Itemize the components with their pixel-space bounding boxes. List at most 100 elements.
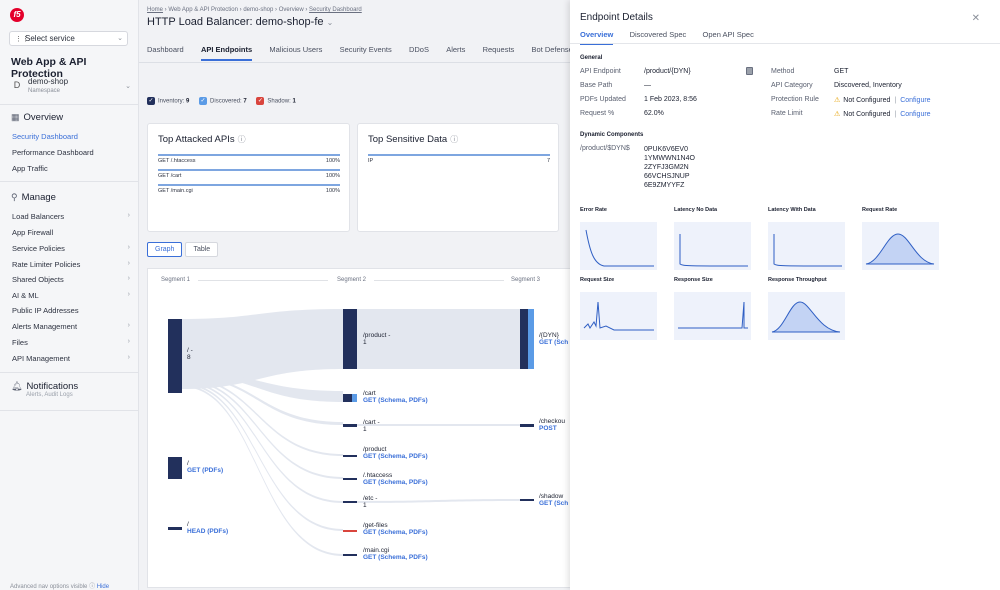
response-throughput-sparkline[interactable] xyxy=(768,292,845,340)
node-checkout[interactable] xyxy=(520,424,534,427)
sidebar-item-service-policies[interactable]: Service Policies › xyxy=(12,244,130,253)
api-name: GET /cart xyxy=(158,173,182,179)
sensitive-type: IP xyxy=(368,158,374,164)
breadcrumb-item[interactable]: Home xyxy=(147,7,163,13)
attacked-api-row[interactable]: GET /.htaccess 100% xyxy=(158,154,340,164)
select-service-dropdown[interactable]: ⋮⋮Select service ⌄ xyxy=(9,31,128,46)
node-dyn[interactable] xyxy=(520,309,528,369)
api-bar xyxy=(158,169,340,171)
dynamic-value: 6E9ZMYYFZ xyxy=(644,182,685,189)
copy-icon[interactable] xyxy=(746,67,753,75)
sidebar-item-alerts-management[interactable]: Alerts Management › xyxy=(12,322,130,331)
node-name: /.htaccess xyxy=(363,472,393,479)
divider xyxy=(0,372,138,373)
close-icon[interactable]: ✕ xyxy=(972,13,980,24)
tab-bot-defense[interactable]: Bot Defense xyxy=(532,45,570,59)
legend-shadow[interactable]: ✓ Shadow: 1 xyxy=(256,97,296,105)
tab-security-events[interactable]: Security Events xyxy=(340,45,392,59)
namespace-selector[interactable]: D demo-shop Namespace ⌄ xyxy=(9,76,131,100)
tab-dashboard[interactable]: Dashboard xyxy=(147,45,184,59)
node-root[interactable] xyxy=(168,319,182,393)
node-product[interactable] xyxy=(343,455,357,457)
chevron-right-icon: › xyxy=(127,338,130,345)
sidebar-item-app-traffic[interactable]: App Traffic xyxy=(12,164,130,173)
sidebar-item-performance-dashboard[interactable]: Performance Dashboard xyxy=(12,148,130,157)
breadcrumb-item[interactable]: Overview xyxy=(279,7,304,13)
hide-link[interactable]: Hide xyxy=(97,584,109,590)
sidebar-item-load-balancers[interactable]: Load Balancers › xyxy=(12,212,130,221)
sidebar-item-public-ip-addresses[interactable]: Public IP Addresses xyxy=(12,306,130,315)
node-product-dash[interactable] xyxy=(343,309,357,369)
chevron-right-icon: › xyxy=(127,260,130,267)
graph-toggle-button[interactable]: Graph xyxy=(147,242,183,257)
node-count: 1 xyxy=(363,426,367,433)
response-size-sparkline[interactable] xyxy=(674,292,751,340)
latency-no-data-sparkline[interactable] xyxy=(674,222,751,270)
node-htaccess[interactable] xyxy=(343,478,357,480)
node-main-cgi[interactable] xyxy=(343,554,357,556)
response-throughput-label: Response Throughput xyxy=(768,277,827,283)
sidebar-item-security-dashboard[interactable]: Security Dashboard xyxy=(12,132,130,141)
tab-alerts[interactable]: Alerts xyxy=(446,45,465,59)
sidebar-item-app-firewall[interactable]: App Firewall xyxy=(12,228,130,237)
pdfs-updated-key: PDFs Updated xyxy=(580,96,626,103)
node-name: /{DYN} xyxy=(539,332,559,339)
node-cart-dash[interactable] xyxy=(343,424,357,427)
sensitive-count: 7 xyxy=(546,158,550,164)
node-main-cgi-label: /main.cgi GET (Schema, PDFs) xyxy=(363,547,428,561)
node-get-files[interactable] xyxy=(343,530,357,532)
endpoint-details-panel: Endpoint Details ✕ Overview Discovered S… xyxy=(570,0,1000,590)
legend-inventory[interactable]: ✓ Inventory: 9 xyxy=(147,97,189,105)
request-rate-sparkline[interactable] xyxy=(862,222,939,270)
tab-api-endpoints[interactable]: API Endpoints xyxy=(200,45,253,61)
overview-section-title[interactable]: ▦ Overview xyxy=(11,112,63,123)
api-pct: 100% xyxy=(325,158,340,164)
node-etc-dash[interactable] xyxy=(343,501,357,503)
notifications-section-title[interactable]: 🔔︎ Notifications xyxy=(11,381,78,392)
base-path-value: — xyxy=(644,82,651,89)
page-title[interactable]: HTTP Load Balancer: demo-shop-fe ⌄ xyxy=(147,16,333,28)
node-method: GET (Schema, PDFs) xyxy=(363,554,428,561)
node-get-root[interactable] xyxy=(168,457,182,479)
node-cart[interactable] xyxy=(343,394,352,402)
tab-requests[interactable]: Requests xyxy=(483,45,515,59)
rate-limit-value: ⚠ Not Configured | Configure xyxy=(834,110,931,118)
f5-logo-icon[interactable]: f5 xyxy=(10,8,24,22)
table-toggle-button[interactable]: Table xyxy=(185,242,219,257)
tab-malicious-users[interactable]: Malicious Users xyxy=(269,45,322,59)
breadcrumb-item[interactable]: demo-shop xyxy=(243,7,273,13)
configure-rate-limit-link[interactable]: Configure xyxy=(900,111,930,118)
manage-section-title[interactable]: ⚲ Manage xyxy=(11,192,56,203)
attacked-api-row[interactable]: GET /main.cgi 100% xyxy=(158,184,340,194)
sidebar-item-rate-limiter-policies[interactable]: Rate Limiter Policies › xyxy=(12,260,130,269)
configure-protection-link[interactable]: Configure xyxy=(900,97,930,104)
panel-title: Endpoint Details xyxy=(580,12,653,23)
attacked-api-row[interactable]: GET /cart 100% xyxy=(158,169,340,179)
sensitive-data-row[interactable]: IP 7 xyxy=(368,154,550,164)
node-shadow[interactable] xyxy=(520,499,534,501)
request-size-sparkline[interactable] xyxy=(580,292,657,340)
node-name: /etc - xyxy=(363,495,378,502)
legend-discovered[interactable]: ✓ Discovered: 7 xyxy=(199,97,247,105)
tab-discovered-spec[interactable]: Discovered Spec xyxy=(630,30,687,43)
legend-count: 7 xyxy=(243,98,247,105)
breadcrumb-item[interactable]: Security Dashboard xyxy=(309,7,362,13)
legend-count: 9 xyxy=(186,98,190,105)
info-icon[interactable]: ⓘ xyxy=(238,135,246,144)
info-icon[interactable]: ⓘ xyxy=(450,135,458,144)
error-rate-sparkline[interactable] xyxy=(580,222,657,270)
tab-ddos[interactable]: DDoS xyxy=(409,45,429,59)
tab-open-api-spec[interactable]: Open API Spec xyxy=(703,30,754,43)
sidebar-item-api-management[interactable]: API Management › xyxy=(12,354,130,363)
sidebar-item-files[interactable]: Files › xyxy=(12,338,130,347)
dynamic-values: 0PUK6V6EV0 1YMWWN1N4O 2ZYFJ3GM2N 66VCHSJ… xyxy=(644,145,695,190)
latency-with-data-sparkline[interactable] xyxy=(768,222,845,270)
breadcrumb-item[interactable]: Web App & API Protection xyxy=(168,7,238,13)
status-text: Not Configured xyxy=(843,97,891,104)
rate-limit-key: Rate Limit xyxy=(771,110,803,117)
status-text: Not Configured xyxy=(843,111,891,118)
legend-label: Discovered: xyxy=(210,98,242,105)
node-head-root[interactable] xyxy=(168,527,182,530)
sidebar-item-shared-objects[interactable]: Shared Objects › xyxy=(12,275,130,284)
sidebar-item-ai-ml[interactable]: AI & ML › xyxy=(12,291,130,300)
